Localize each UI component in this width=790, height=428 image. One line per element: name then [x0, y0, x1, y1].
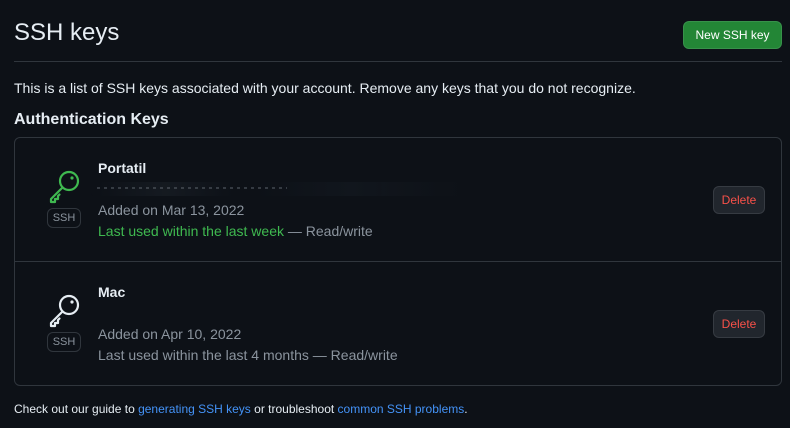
ssh-type-badge: SSH — [47, 208, 81, 228]
key-icon — [49, 294, 80, 328]
key-fingerprint — [91, 182, 463, 196]
delete-key-button[interactable]: Delete — [713, 186, 765, 214]
ssh-keys-page: SSH keys New SSH key This is a list of S… — [14, 0, 782, 428]
new-ssh-key-button[interactable]: New SSH key — [683, 21, 782, 49]
key-title: Portatil — [98, 160, 147, 176]
last-used-text: Last used within the last 4 months — [98, 347, 309, 363]
key-access: — Read/write — [308, 347, 398, 363]
footer-middle: or troubleshoot — [250, 402, 338, 416]
key-added-date: Added on Apr 10, 2022 — [98, 326, 242, 342]
footer-prefix: Check out our guide to — [14, 402, 139, 416]
generating-ssh-keys-link[interactable]: generating SSH keys — [138, 402, 251, 416]
key-added-date: Added on Mar 13, 2022 — [98, 202, 245, 218]
page-header: SSH keys New SSH key — [14, 0, 782, 62]
ssh-key-list: SSH Portatil Added on Mar 13, 2022 Last … — [14, 137, 782, 386]
last-used-recent: Last used within the last week — [98, 223, 284, 239]
authentication-keys-heading: Authentication Keys — [14, 111, 169, 128]
intro-text: This is a list of SSH keys associated wi… — [14, 80, 636, 96]
ssh-type-badge: SSH — [47, 332, 81, 352]
footer-suffix: . — [464, 402, 468, 416]
key-access: — Read/write — [284, 223, 373, 239]
common-ssh-problems-link[interactable]: common SSH problems — [338, 402, 465, 416]
key-last-used: Last used within the last 4 months — Rea… — [98, 347, 398, 363]
ssh-key-row-portatil: SSH Portatil Added on Mar 13, 2022 Last … — [15, 138, 781, 262]
page-title: SSH keys — [14, 19, 120, 46]
key-icon — [49, 170, 80, 204]
key-title: Mac — [98, 284, 126, 300]
ssh-key-row-mac: SSH Mac Added on Apr 10, 2022 Last used … — [15, 262, 781, 386]
delete-key-button[interactable]: Delete — [713, 310, 765, 338]
key-last-used: Last used within the last week — Read/wr… — [98, 223, 373, 239]
footer-note: Check out our guide to generating SSH ke… — [14, 402, 468, 416]
